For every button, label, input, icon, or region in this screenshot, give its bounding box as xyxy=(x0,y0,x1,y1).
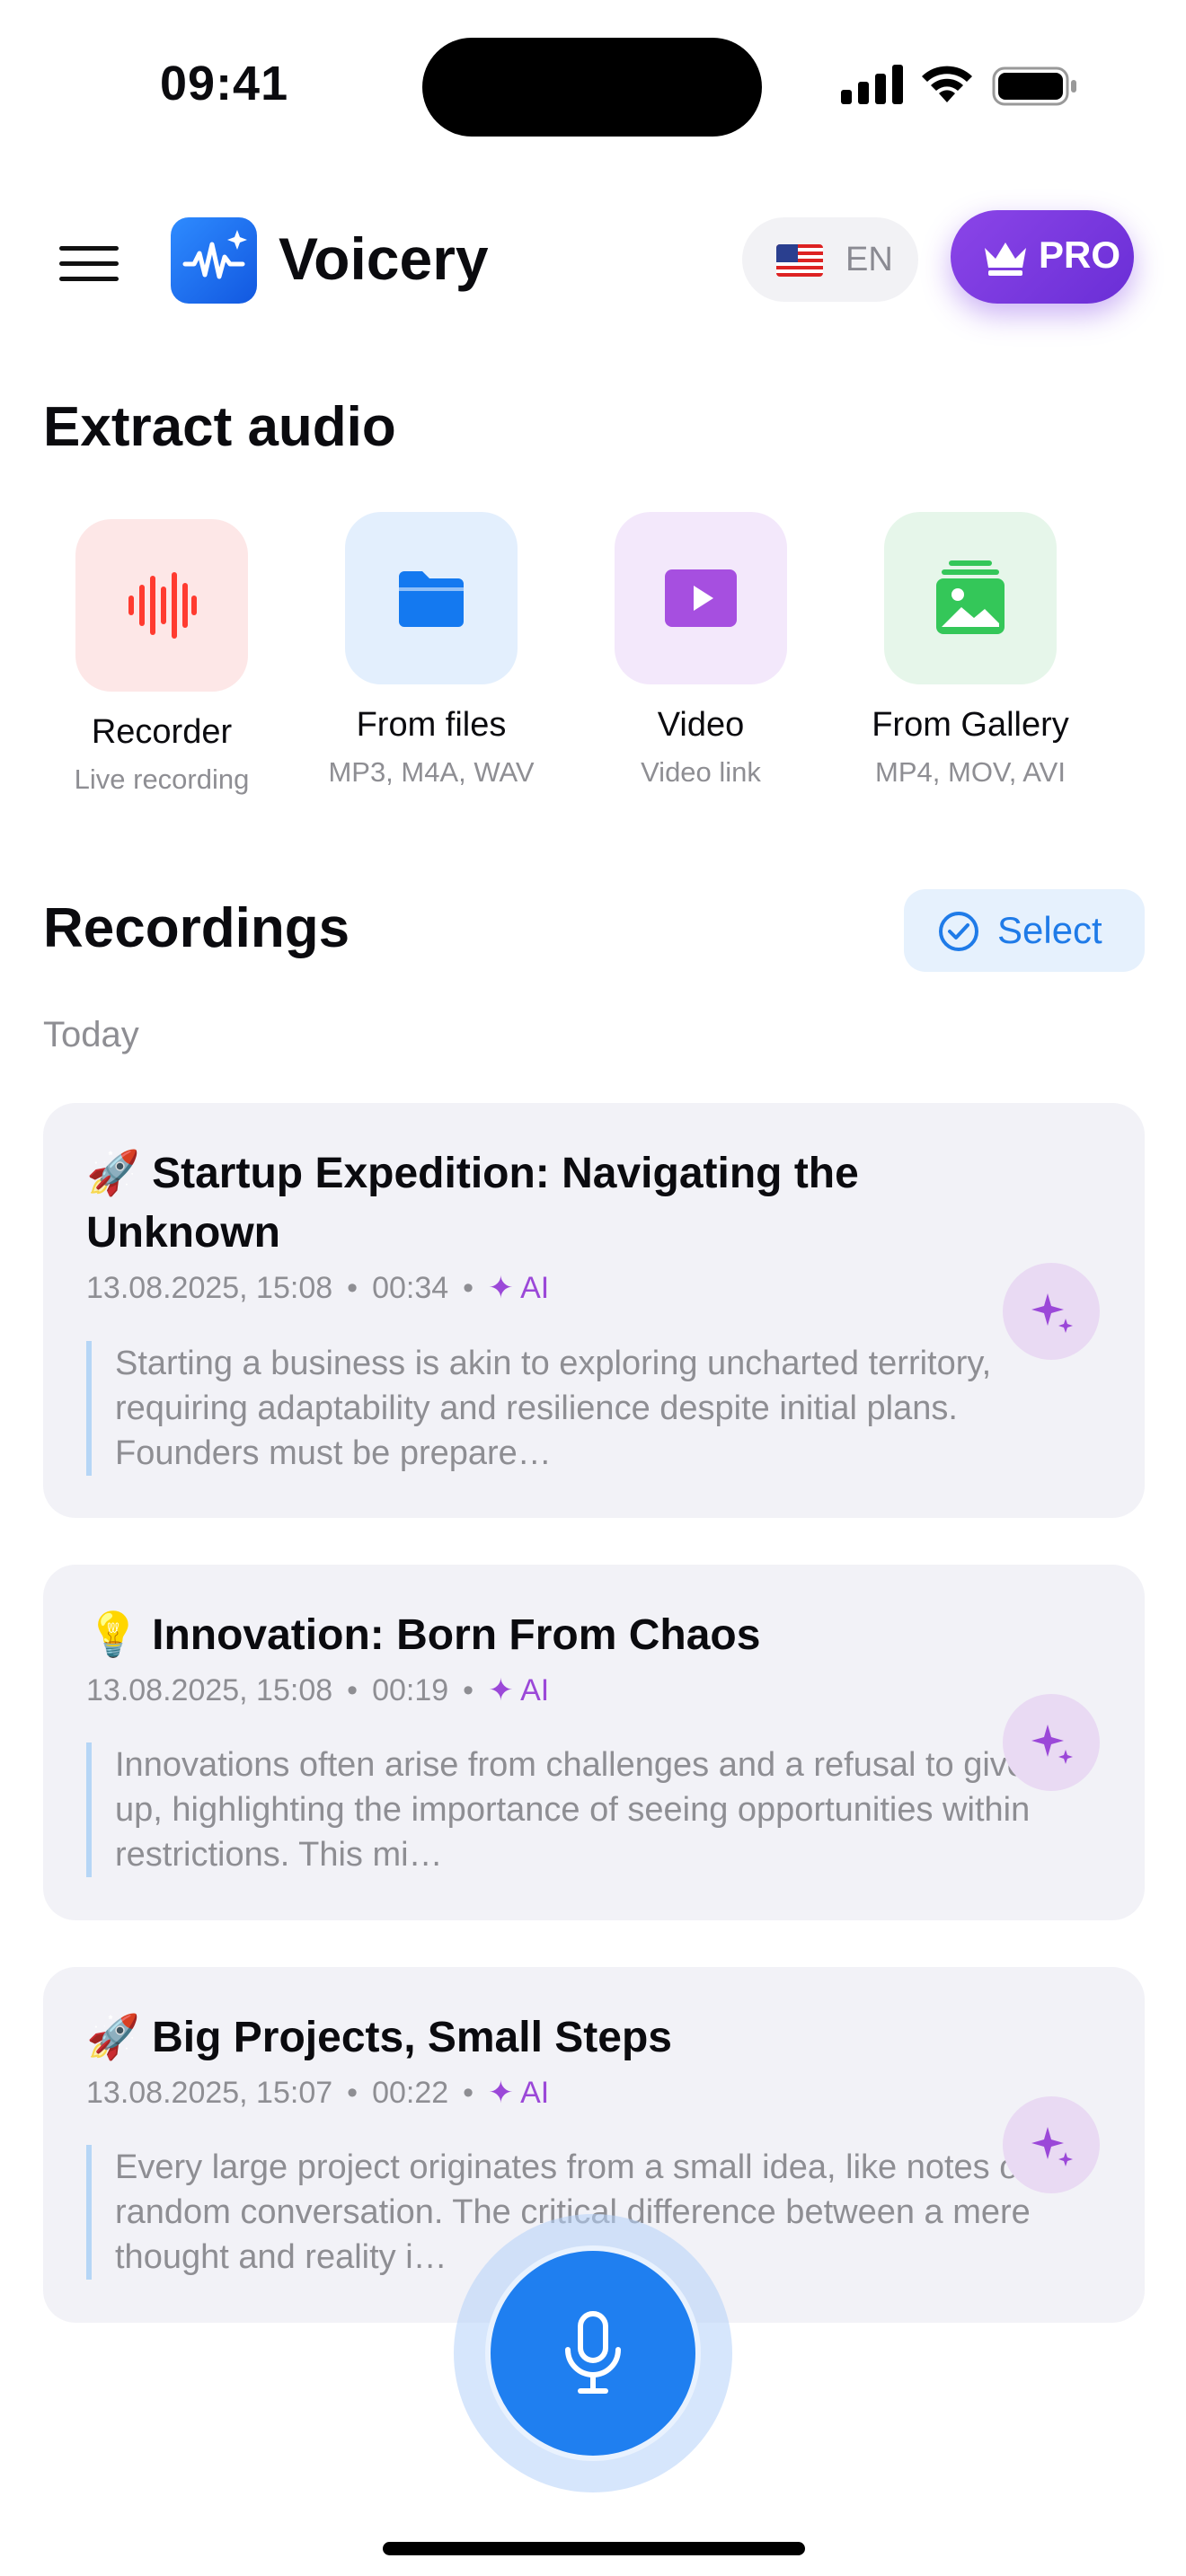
home-indicator[interactable] xyxy=(383,2542,805,2555)
app-title: Voicery xyxy=(279,225,489,292)
recording-emoji: 🚀 xyxy=(86,1150,140,1197)
status-bar: 09:41 xyxy=(0,0,1186,171)
cellular-signal-icon xyxy=(841,65,903,104)
recording-title: 🚀 Startup Expedition: Navigating the Unk… xyxy=(86,1150,859,1257)
microphone-icon xyxy=(565,2311,621,2394)
sparkles-icon xyxy=(1031,1725,1073,1764)
select-label: Select xyxy=(997,909,1102,951)
sparkles-icon xyxy=(1031,1293,1073,1333)
ai-badge: ✦ AI xyxy=(488,1673,550,1707)
pro-label: PRO xyxy=(1039,234,1121,276)
pro-button[interactable]: PRO xyxy=(951,210,1134,304)
recording-emoji: 💡 xyxy=(86,1611,140,1659)
photo-stack-icon xyxy=(936,560,1005,634)
language-selector[interactable]: EN xyxy=(742,217,918,302)
record-button[interactable] xyxy=(485,2245,701,2461)
battery-icon xyxy=(992,66,1076,106)
ai-badge: ✦ AI xyxy=(488,2076,550,2110)
recording-duration: 00:22 xyxy=(372,2076,449,2110)
status-time: 09:41 xyxy=(160,57,289,110)
recording-meta: 13.08.2025, 15:08 • 00:19 • ✦ AI xyxy=(86,1673,550,1707)
app-header: Voicery EN PRO xyxy=(0,207,1186,314)
recording-card[interactable]: 🚀 Startup Expedition: Navigating the Unk… xyxy=(43,1103,1145,1518)
ai-sparkle-button[interactable] xyxy=(1003,2096,1100,2193)
app-logo-icon xyxy=(171,217,257,304)
crown-icon xyxy=(985,243,1026,276)
wifi-icon xyxy=(922,66,972,102)
recording-title: 🚀 Big Projects, Small Steps xyxy=(86,2014,672,2061)
recording-preview: Innovations often arise from challenges … xyxy=(86,1742,1058,1877)
sparkles-icon xyxy=(1031,2127,1073,2166)
ai-sparkle-button[interactable] xyxy=(1003,1694,1100,1791)
recordings-title: Recordings xyxy=(43,897,350,959)
folder-icon xyxy=(399,571,464,627)
recording-emoji: 🚀 xyxy=(86,2014,140,2061)
recording-date: 13.08.2025, 15:07 xyxy=(86,2076,333,2110)
recording-meta: 13.08.2025, 15:08 • 00:34 • ✦ AI xyxy=(86,1271,550,1305)
recording-date: 13.08.2025, 15:08 xyxy=(86,1271,333,1305)
us-flag-icon xyxy=(776,244,823,277)
recording-meta: 13.08.2025, 15:07 • 00:22 • ✦ AI xyxy=(86,2076,550,2110)
ai-badge: ✦ AI xyxy=(488,1271,550,1305)
ai-sparkle-button[interactable] xyxy=(1003,1263,1100,1360)
dynamic-island xyxy=(422,38,762,137)
recording-duration: 00:34 xyxy=(372,1271,449,1305)
recording-duration: 00:19 xyxy=(372,1673,449,1707)
recording-card[interactable]: 💡 Innovation: Born From Chaos 13.08.2025… xyxy=(43,1565,1145,1920)
recording-title: 💡 Innovation: Born From Chaos xyxy=(86,1611,761,1659)
waveform-icon xyxy=(128,572,197,639)
tile-subtitle: MP4, MOV, AVI xyxy=(875,756,1066,788)
checkmark-circle-icon xyxy=(939,912,978,951)
recording-preview: Starting a business is akin to exploring… xyxy=(86,1341,1058,1476)
tile-name: From Gallery xyxy=(872,706,1069,744)
extract-audio-title: Extract audio xyxy=(43,396,396,458)
group-label-today: Today xyxy=(43,1015,139,1054)
menu-icon[interactable] xyxy=(59,246,120,282)
play-icon xyxy=(665,569,737,627)
language-code: EN xyxy=(845,241,893,278)
select-button[interactable]: Select xyxy=(904,889,1145,972)
recording-date: 13.08.2025, 15:08 xyxy=(86,1673,333,1707)
